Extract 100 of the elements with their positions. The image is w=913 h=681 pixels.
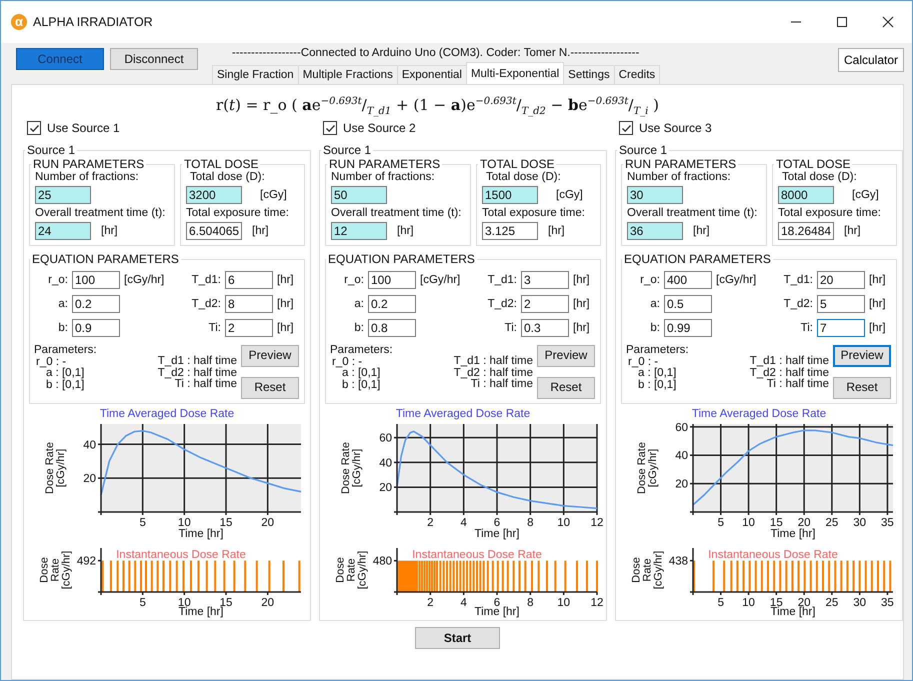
group-title: RUN PARAMETERS	[328, 157, 442, 171]
unit-label: [hr]	[869, 298, 887, 310]
axis-title: Time [hr]	[178, 528, 224, 540]
chart-title: Instantaneous Dose Rate	[708, 549, 838, 561]
note-text: T_d1 : half time	[454, 356, 533, 368]
field-label: Number of fractions:	[35, 171, 139, 183]
chart-title: Time Averaged Dose Rate	[396, 408, 530, 420]
note-text: T_d2 : half time	[158, 368, 237, 378]
axis-tick-label: 60	[675, 422, 688, 434]
group-title: RUN PARAMETERS	[32, 157, 146, 171]
note-text: r_0 : -	[35, 356, 68, 368]
unit-label: [cGy]	[260, 189, 287, 201]
field-label: r_o:	[47, 274, 68, 286]
unit-label: [hr]	[397, 225, 414, 237]
unit-label: [cGy/hr]	[716, 274, 758, 286]
note-text: b : [0,1]	[45, 380, 86, 391]
field-label: b:	[649, 322, 660, 334]
axis-tick-label: 15	[770, 517, 783, 529]
field-label: Ti:	[504, 322, 517, 334]
axis-tick-label: 40	[675, 450, 688, 462]
axis-tick-label: 10	[557, 597, 570, 609]
note-text: a : [0,1]	[46, 368, 86, 380]
field-label: b:	[57, 322, 68, 334]
formula: r(t) = r_o ( ae$^{−0.693t}$/$_{T_d1}$ + (1 − a)e$^{−0.693t}$/$_{T_d2}$ − be$^{−0.693t}$/$_{T_i}$ )	[216, 95, 659, 119]
notes-title: Parameters:	[626, 345, 689, 356]
chart-title: Instantaneous Dose Rate	[412, 549, 542, 561]
axis-tick-label: 8	[527, 597, 534, 609]
group-title: RUN PARAMETERS	[624, 157, 738, 171]
axis-tick-label: 6	[494, 597, 500, 609]
group-title: TOTAL DOSE	[775, 157, 852, 171]
unit-label: [hr]	[252, 225, 269, 237]
axis-title: Time [hr]	[178, 606, 224, 618]
unit-label: [hr]	[277, 322, 295, 334]
field-label: Ti:	[208, 322, 221, 334]
unit-label: [cGy]	[852, 189, 879, 201]
field-label: Total dose (D):	[485, 171, 561, 183]
note-text: T_d1 : half time	[158, 356, 237, 368]
unit-label: [hr]	[844, 225, 861, 237]
field-label: r_o:	[343, 274, 364, 286]
field-label: T_d1:	[192, 274, 221, 286]
axis-tick-label: 25	[826, 597, 838, 609]
unit-label: [hr]	[869, 322, 887, 334]
axis-tick-label: 10	[742, 597, 755, 609]
unit-label: [cGy]	[556, 189, 583, 201]
axis-tick-label: 6	[494, 517, 500, 529]
note-text: a : [0,1]	[342, 368, 382, 380]
axis-tick-label: 20	[379, 482, 392, 494]
axis-tick-label: 480	[372, 556, 392, 568]
unit-label: [hr]	[101, 225, 118, 237]
axis-tick-label: 10	[178, 517, 191, 529]
note-text: Ti : half time	[174, 379, 237, 390]
note-text: b : [0,1]	[637, 380, 678, 391]
axis-title: Dose Rate [cGy/hr]	[45, 441, 67, 496]
group-title: EQUATION PARAMETERS	[327, 252, 476, 266]
axis-tick-label: 2	[427, 597, 434, 609]
note-text: b : [0,1]	[341, 380, 382, 391]
notes-title: Parameters:	[34, 345, 97, 356]
chart-title: Time Averaged Dose Rate	[692, 408, 826, 420]
field-label: Overall treatment time (t):	[331, 207, 462, 219]
unit-label: [cGy/hr]	[124, 274, 166, 286]
field-label: Number of fractions:	[331, 171, 435, 183]
axis-title: Dose Rate [cGy/hr]	[40, 550, 72, 592]
field-label: Ti:	[800, 322, 813, 334]
field-label: Total dose (D):	[189, 171, 265, 183]
field-label: a:	[353, 298, 364, 310]
axis-title: Time [hr]	[770, 606, 816, 618]
axis-title: Time [hr]	[770, 528, 816, 540]
unit-label: [hr]	[548, 225, 565, 237]
axis-tick-label: 12	[590, 517, 604, 529]
axis-tick-label: 40	[379, 457, 392, 470]
unit-label: [hr]	[277, 298, 295, 310]
axis-tick-label: 5	[139, 597, 146, 609]
axis-tick-label: 20	[798, 517, 810, 529]
axis-title: Dose Rate [cGy/hr]	[341, 441, 363, 496]
app-logo: α	[11, 14, 27, 30]
window-title: ALPHA IRRADIATOR	[33, 15, 153, 29]
unit-label: [hr]	[573, 298, 591, 310]
axis-tick-label: 4	[460, 517, 467, 529]
field-label: Overall treatment time (t):	[35, 207, 166, 219]
axis-tick-label: 30	[853, 597, 866, 609]
group-title: Source 1	[618, 143, 668, 157]
unit-label: [cGy/hr]	[420, 274, 462, 286]
field-label: T_d1:	[488, 274, 517, 286]
axis-tick-label: 5	[718, 517, 724, 529]
note-text: r_0 : -	[627, 356, 660, 368]
axis-tick-label: 15	[220, 517, 232, 529]
field-label: T_d2:	[192, 298, 221, 310]
note-text: T_d1 : half time	[750, 356, 829, 368]
axis-tick-label: 40	[83, 439, 96, 452]
note-text: a : [0,1]	[638, 368, 678, 380]
group-title: Source 1	[322, 143, 372, 157]
note-text: T_d2 : half time	[454, 368, 533, 378]
axis-tick-label: 10	[557, 517, 570, 529]
note-text: r_0 : -	[331, 356, 364, 368]
axis-tick-label: 20	[261, 597, 274, 609]
field-label: Overall treatment time (t):	[627, 207, 758, 219]
field-label: Total exposure time:	[482, 207, 585, 219]
axis-title: Time [hr]	[474, 606, 520, 618]
group-title: EQUATION PARAMETERS	[623, 252, 772, 266]
field-label: T_d2:	[784, 298, 813, 310]
